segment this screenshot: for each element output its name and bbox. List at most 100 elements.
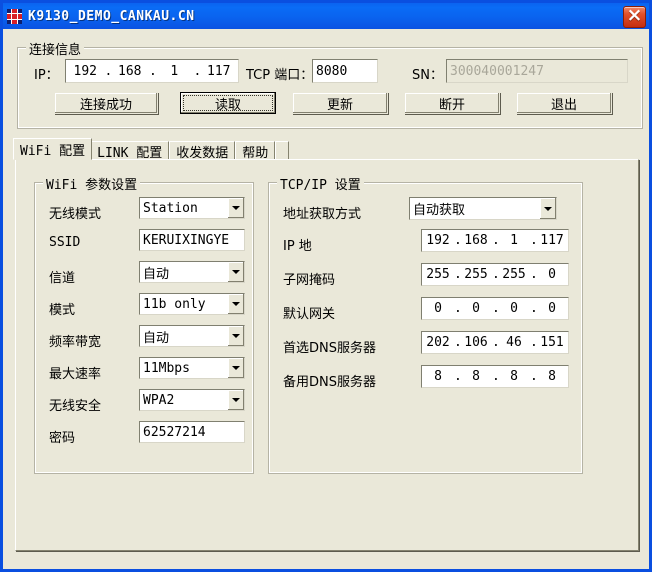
primary-dns-octet-3: 46 xyxy=(506,335,522,350)
default-gateway-label: 默认网关 xyxy=(283,307,336,322)
primary-dns-input[interactable]: 202 . 106 . 46 . 151 xyxy=(421,331,569,354)
subnet-mask-octet-4: 0 xyxy=(548,267,556,282)
chevron-down-icon[interactable] xyxy=(227,326,244,346)
tab-data-transfer[interactable]: 收发数据 xyxy=(169,141,236,161)
tab-strip-filler xyxy=(275,141,290,160)
sn-input: 300040001247 xyxy=(446,59,628,83)
channel-select[interactable]: 自动 xyxy=(139,261,245,283)
channel-label: 信道 xyxy=(49,271,76,286)
subnet-mask-octet-2: 255 xyxy=(464,267,488,282)
secondary-dns-label: 备用DNS服务器 xyxy=(283,375,376,390)
ip-octet-2: 168 xyxy=(118,63,142,79)
primary-dns-octet-4: 151 xyxy=(540,335,564,350)
ip-octet-4: 117 xyxy=(207,63,231,79)
connect-status-button[interactable]: 连接成功 xyxy=(54,92,158,114)
tab-wifi-config[interactable]: WiFi 配置 xyxy=(13,138,93,160)
chevron-down-icon[interactable] xyxy=(227,262,244,282)
chevron-down-icon[interactable] xyxy=(227,294,244,314)
default-gateway-input[interactable]: 0 . 0 . 0 . 0 xyxy=(421,297,569,320)
address-mode-select[interactable]: 自动获取 xyxy=(409,197,557,220)
tab-link-config[interactable]: LINK 配置 xyxy=(90,141,170,161)
password-input[interactable]: 62527214 xyxy=(139,421,245,443)
secondary-dns-input[interactable]: 8 . 8 . 8 . 8 xyxy=(421,365,569,388)
secondary-dns-octet-2: 8 xyxy=(472,369,480,384)
mode-label: 模式 xyxy=(49,303,76,318)
default-gateway-octet-3: 0 xyxy=(510,301,518,316)
secondary-dns-octet-1: 8 xyxy=(434,369,442,384)
chevron-down-icon[interactable] xyxy=(227,358,244,378)
wireless-security-label: 无线安全 xyxy=(49,399,102,414)
default-gateway-octet-2: 0 xyxy=(472,301,480,316)
password-label: 密码 xyxy=(49,431,76,446)
subnet-mask-label: 子网掩码 xyxy=(283,273,336,288)
chevron-down-icon[interactable] xyxy=(227,198,244,218)
disconnect-button-label: 断开 xyxy=(438,97,465,113)
ip-octet-3: 1 xyxy=(170,63,179,79)
wireless-mode-select[interactable]: Station xyxy=(139,197,245,219)
max-rate-value: 11Mbps xyxy=(143,360,190,376)
max-rate-select[interactable]: 11Mbps xyxy=(139,357,245,379)
flag-cross-icon xyxy=(7,8,22,24)
wifi-params-group: WiFi 参数设置 无线模式 Station SSID KERUIXINGYE … xyxy=(34,174,254,474)
tab-link-config-label: LINK 配置 xyxy=(97,145,163,161)
close-icon[interactable] xyxy=(623,4,646,28)
default-gateway-octet-1: 0 xyxy=(434,301,442,316)
ssid-input[interactable]: KERUIXINGYE xyxy=(139,229,245,251)
bandwidth-label: 频率带宽 xyxy=(49,335,102,350)
primary-dns-octet-1: 202 xyxy=(426,335,450,350)
ip-address-octet-3: 1 xyxy=(510,233,518,248)
wireless-security-select[interactable]: WPA2 xyxy=(139,389,245,411)
port-label: TCP 端口： xyxy=(246,68,314,83)
ssid-label: SSID xyxy=(49,235,81,250)
bandwidth-value: 自动 xyxy=(143,330,170,346)
read-button[interactable]: 读取 xyxy=(180,92,276,114)
tab-panel-wifi-config: WiFi 参数设置 无线模式 Station SSID KERUIXINGYE … xyxy=(15,159,639,551)
default-gateway-octet-4: 0 xyxy=(548,301,556,316)
exit-button-label: 退出 xyxy=(550,97,577,113)
bandwidth-select[interactable]: 自动 xyxy=(139,325,245,347)
secondary-dns-octet-3: 8 xyxy=(510,369,518,384)
tab-help-label: 帮助 xyxy=(242,145,269,161)
app-window: K9130_DEMO_CANKAU.CN 连接信息 IP： 192 . 168 … xyxy=(0,0,652,572)
ip-address-octet-4: 117 xyxy=(540,233,564,248)
tab-help[interactable]: 帮助 xyxy=(235,141,276,161)
mode-select[interactable]: 11b only xyxy=(139,293,245,315)
primary-dns-octet-2: 106 xyxy=(464,335,488,350)
tcpip-settings-caption: TCP/IP 设置 xyxy=(277,174,364,193)
tab-data-transfer-label: 收发数据 xyxy=(176,145,229,161)
ip-address-octet-1: 192 xyxy=(426,233,450,248)
wireless-security-value: WPA2 xyxy=(143,392,175,408)
ip-address-label: IP 地 xyxy=(283,239,312,254)
ip-octet-1: 192 xyxy=(73,63,97,79)
connection-info-group: 连接信息 IP： 192 . 168 . 1 . 117 TCP 端口： 808… xyxy=(17,39,643,129)
window-title: K9130_DEMO_CANKAU.CN xyxy=(28,8,195,24)
exit-button[interactable]: 退出 xyxy=(516,92,612,114)
secondary-dns-octet-4: 8 xyxy=(548,369,556,384)
update-button-label: 更新 xyxy=(326,97,353,113)
address-mode-label: 地址获取方式 xyxy=(283,207,362,222)
disconnect-button[interactable]: 断开 xyxy=(404,92,500,114)
update-button[interactable]: 更新 xyxy=(292,92,388,114)
chevron-down-icon[interactable] xyxy=(539,198,556,219)
address-mode-value: 自动获取 xyxy=(413,203,466,218)
wireless-mode-label: 无线模式 xyxy=(49,207,102,222)
wireless-mode-value: Station xyxy=(143,200,198,216)
ip-address-octet-2: 168 xyxy=(464,233,488,248)
wifi-params-caption: WiFi 参数设置 xyxy=(43,174,141,193)
connection-info-caption: 连接信息 xyxy=(26,39,85,58)
sn-label: SN： xyxy=(412,68,443,83)
max-rate-label: 最大速率 xyxy=(49,367,102,382)
ip-address-input[interactable]: 192 . 168 . 1 . 117 xyxy=(421,229,569,252)
chevron-down-icon[interactable] xyxy=(227,390,244,410)
channel-value: 自动 xyxy=(143,266,170,282)
tab-strip: WiFi 配置 LINK 配置 收发数据 帮助 xyxy=(13,138,290,161)
tab-wifi-config-label: WiFi 配置 xyxy=(20,143,86,159)
title-bar[interactable]: K9130_DEMO_CANKAU.CN xyxy=(3,3,649,29)
subnet-mask-octet-3: 255 xyxy=(502,267,526,282)
port-input[interactable]: 8080 xyxy=(312,59,378,83)
ip-input[interactable]: 192 . 168 . 1 . 117 xyxy=(65,59,239,83)
ip-label: IP： xyxy=(34,68,59,83)
subnet-mask-octet-1: 255 xyxy=(426,267,450,282)
mode-value: 11b only xyxy=(143,296,206,312)
subnet-mask-input[interactable]: 255 . 255 . 255 . 0 xyxy=(421,263,569,286)
